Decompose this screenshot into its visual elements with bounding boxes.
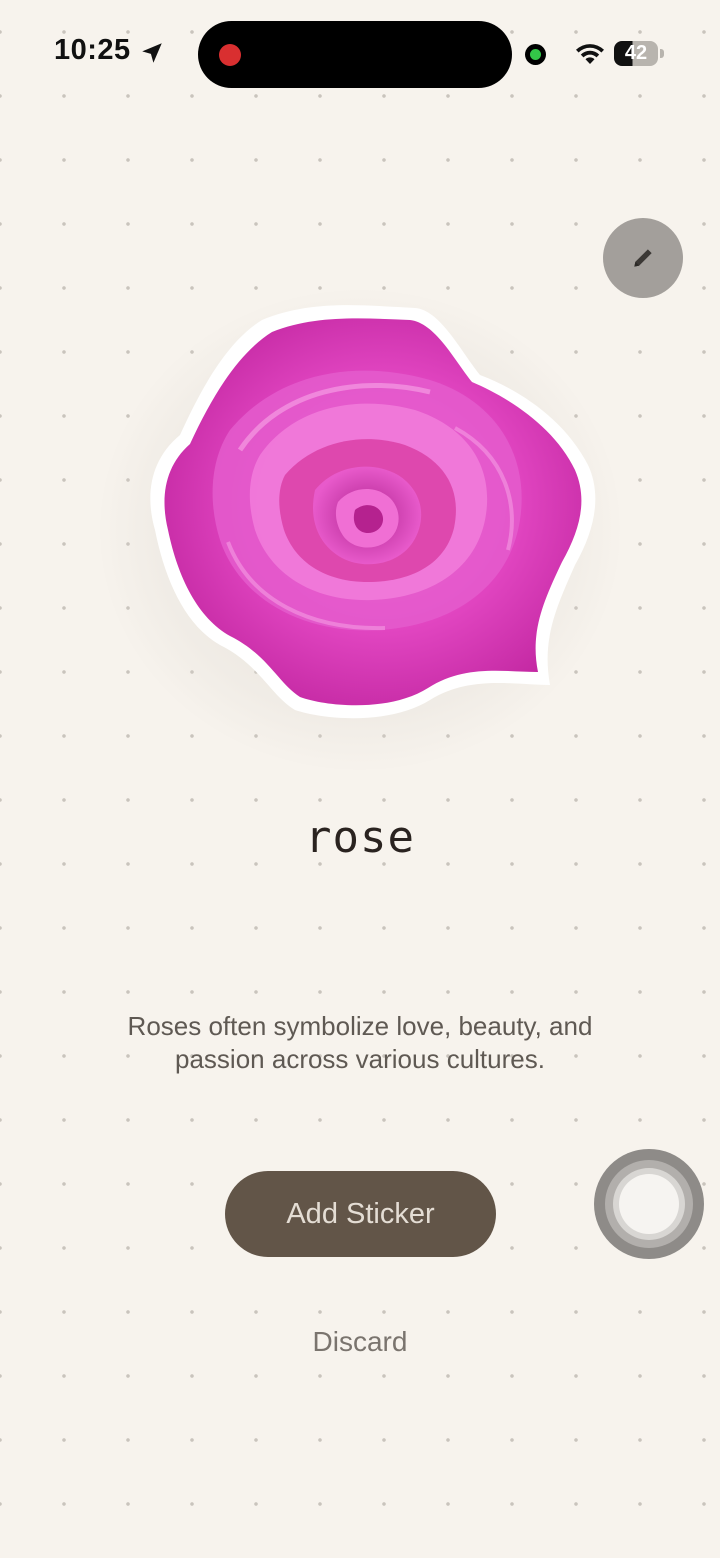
recording-indicator — [219, 44, 241, 66]
sticker-description: Roses often symbolize love, beauty, and … — [127, 1011, 593, 1074]
status-bar: 10:25 42 — [0, 0, 720, 110]
rose-sticker — [150, 305, 596, 719]
camera-in-use-indicator — [525, 44, 546, 65]
status-time: 10:25 — [54, 34, 131, 66]
edit-button[interactable] — [603, 218, 683, 298]
sticker-title: rose — [305, 812, 415, 863]
assistive-touch-ring-inner — [619, 1174, 679, 1234]
discard-button[interactable]: Discard — [260, 1326, 460, 1358]
assistive-touch-button[interactable] — [594, 1149, 704, 1259]
pencil-icon — [634, 249, 652, 267]
add-sticker-button[interactable]: Add Sticker — [225, 1171, 496, 1257]
battery-icon: 42 — [614, 41, 658, 66]
location-arrow-icon — [142, 43, 162, 63]
battery-cap — [660, 49, 664, 58]
dynamic-island — [198, 21, 512, 88]
wifi-icon — [576, 44, 604, 64]
